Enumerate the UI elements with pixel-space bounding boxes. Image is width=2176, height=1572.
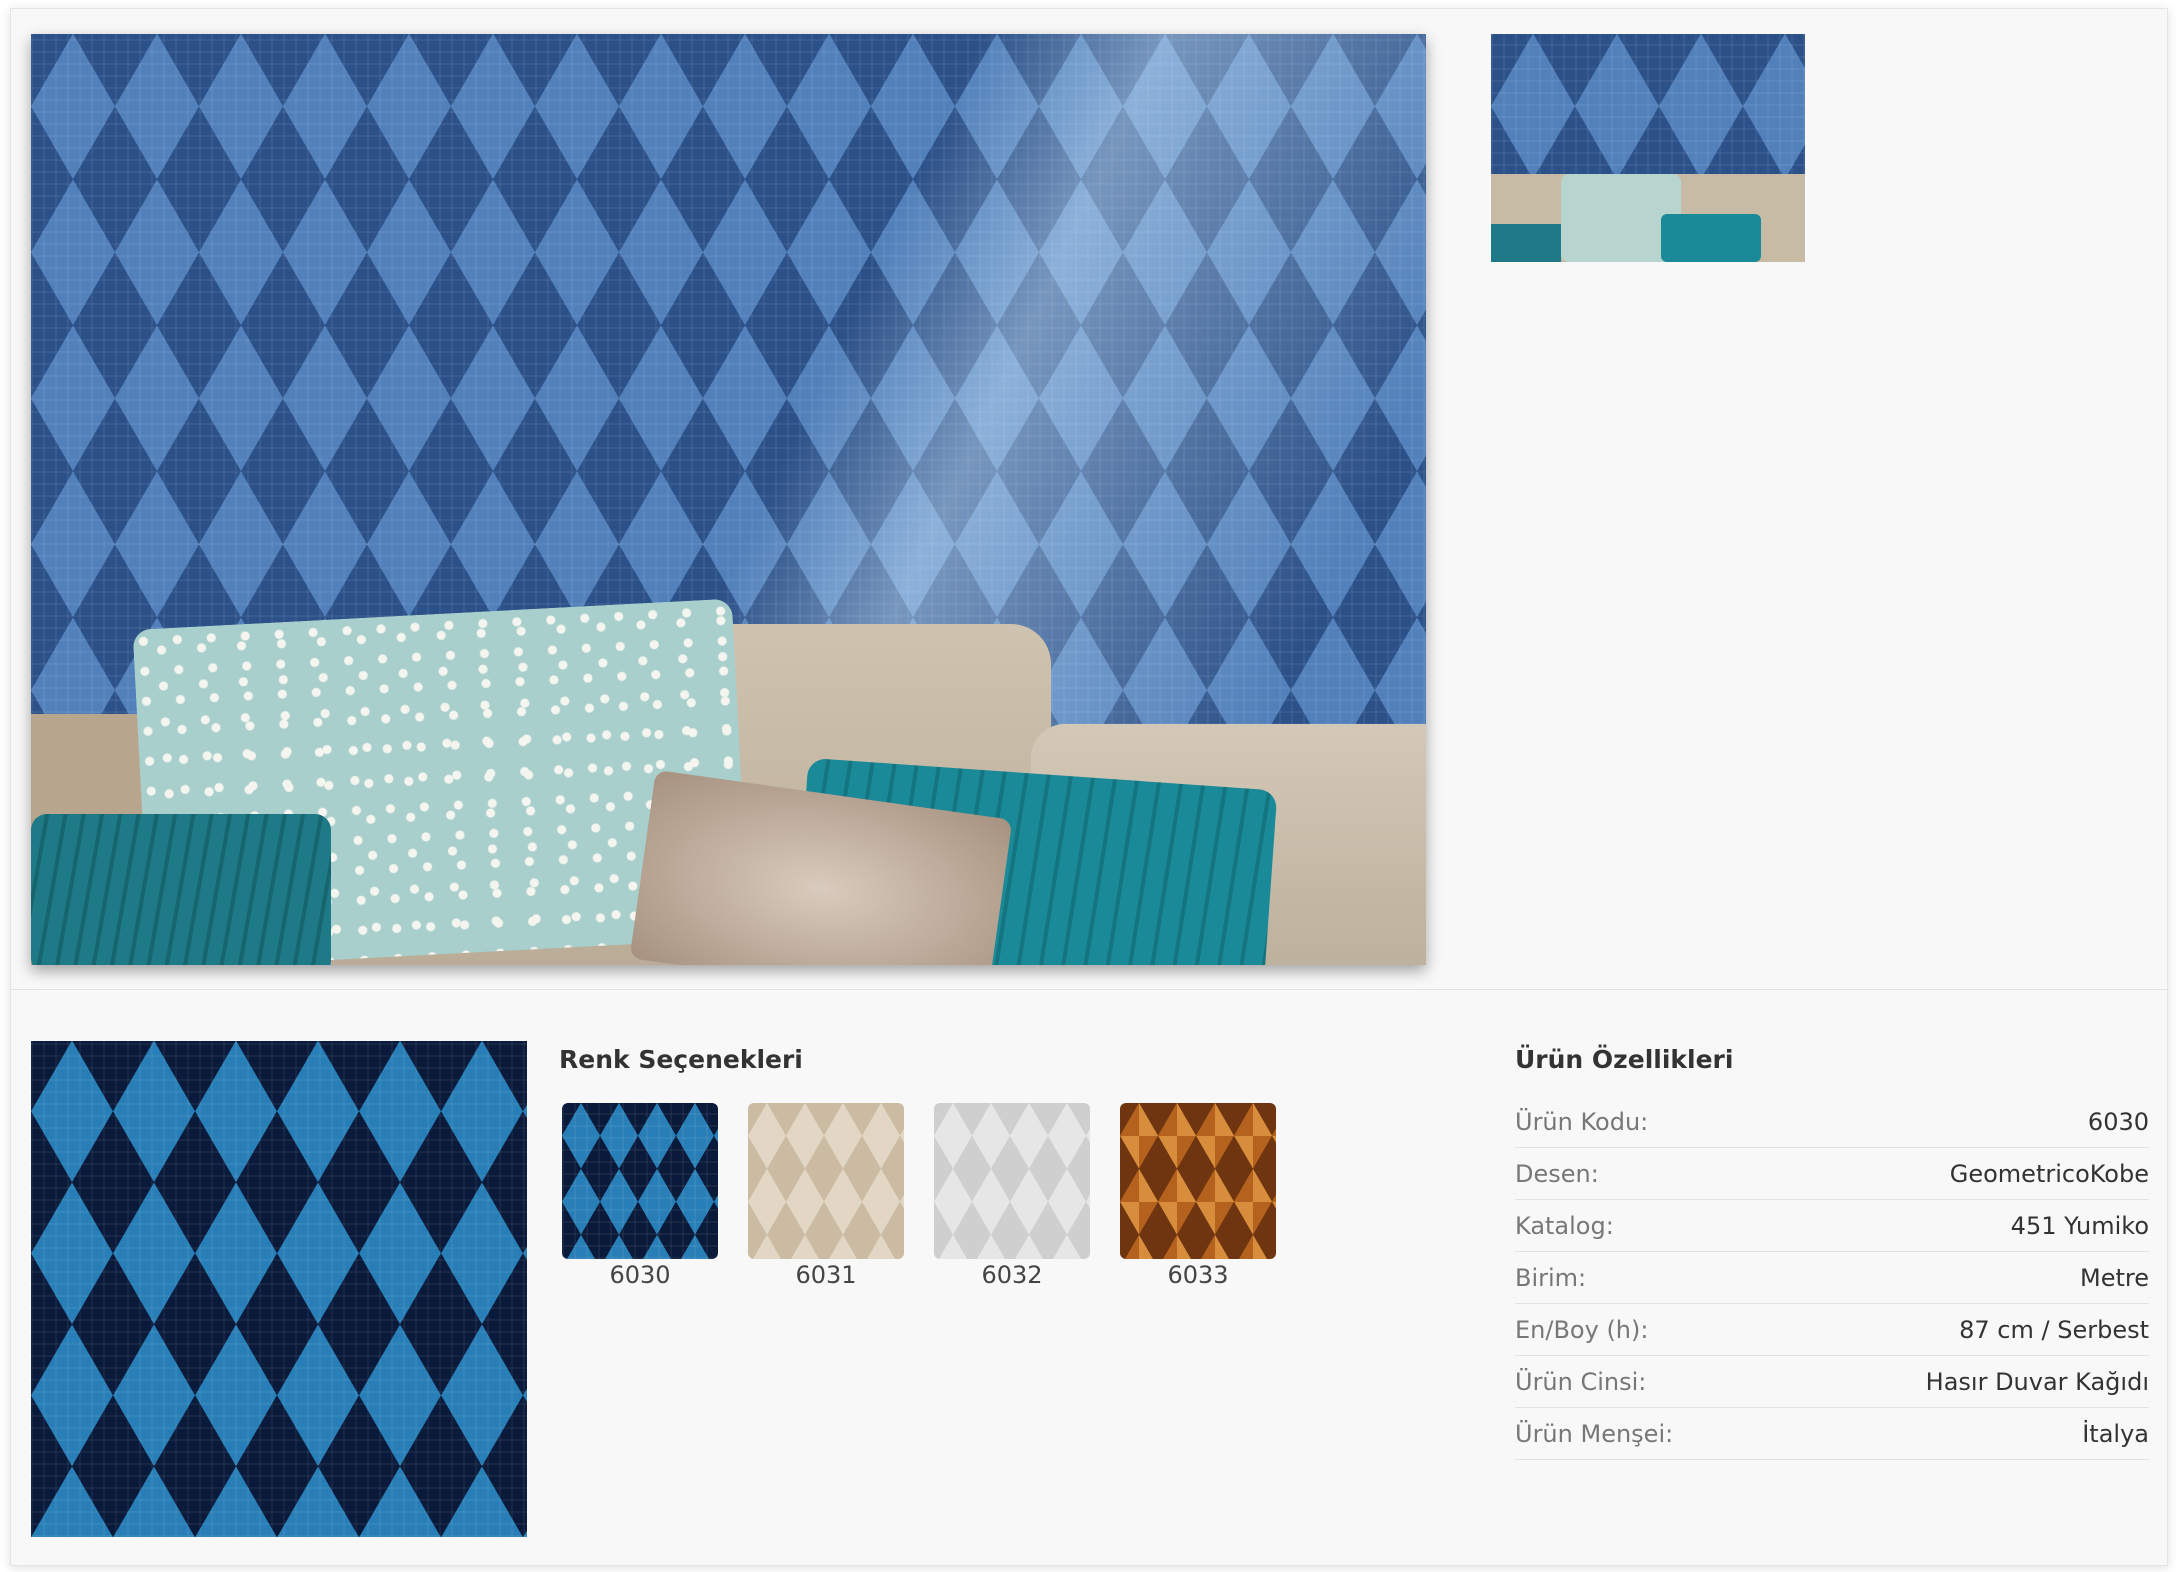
- thumb-pillow-teal-left: [1491, 224, 1561, 262]
- main-product-image[interactable]: [31, 34, 1426, 965]
- swatch-image-6030: [562, 1103, 718, 1259]
- spec-row-origin: Ürün Menşei: İtalya: [1515, 1408, 2149, 1460]
- spec-label: Ürün Menşei:: [1515, 1419, 1674, 1448]
- swatch-image-6032: [934, 1103, 1090, 1259]
- spec-value: Metre: [2080, 1263, 2149, 1292]
- spec-row-unit: Birim: Metre: [1515, 1252, 2149, 1304]
- spec-label: Katalog:: [1515, 1211, 1614, 1240]
- spec-row-product-type: Ürün Cinsi: Hasır Duvar Kağıdı: [1515, 1356, 2149, 1408]
- spec-row-product-code: Ürün Kodu: 6030: [1515, 1096, 2149, 1148]
- spec-label: Ürün Kodu:: [1515, 1107, 1649, 1136]
- spec-row-catalog: Katalog: 451 Yumiko: [1515, 1200, 2149, 1252]
- color-options-title: Renk Seçenekleri: [559, 1045, 803, 1074]
- spec-value: 451 Yumiko: [2010, 1211, 2149, 1240]
- spec-value: GeometricoKobe: [1949, 1159, 2149, 1188]
- spec-label: En/Boy (h):: [1515, 1315, 1649, 1344]
- thumb-pillow-teal-right: [1661, 214, 1761, 262]
- pattern-swatch-large: [31, 1041, 527, 1537]
- swatch-code-label: 6031: [795, 1261, 857, 1289]
- color-option-6033[interactable]: 6033: [1120, 1103, 1276, 1289]
- color-option-6032[interactable]: 6032: [934, 1103, 1090, 1289]
- spec-label: Birim:: [1515, 1263, 1587, 1292]
- swatch-code-label: 6033: [1167, 1261, 1229, 1289]
- teal-pillow-left: [31, 814, 331, 965]
- spec-label: Desen:: [1515, 1159, 1599, 1188]
- product-specs-table: Ürün Kodu: 6030 Desen: GeometricoKobe Ka…: [1515, 1096, 2149, 1460]
- swatch-code-label: 6032: [981, 1261, 1043, 1289]
- gallery-thumbnail[interactable]: [1491, 34, 1805, 262]
- spec-row-dimensions: En/Boy (h): 87 cm / Serbest: [1515, 1304, 2149, 1356]
- color-option-6031[interactable]: 6031: [748, 1103, 904, 1289]
- swatch-image-6031: [748, 1103, 904, 1259]
- section-divider: [11, 989, 2167, 990]
- spec-row-pattern: Desen: GeometricoKobe: [1515, 1148, 2149, 1200]
- spec-value: 6030: [2087, 1107, 2149, 1136]
- spec-value: Hasır Duvar Kağıdı: [1925, 1367, 2149, 1396]
- spec-label: Ürün Cinsi:: [1515, 1367, 1647, 1396]
- swatch-code-label: 6030: [609, 1261, 671, 1289]
- product-page: Renk Seçenekleri 6030 6031 6032 6033 Ürü…: [10, 8, 2168, 1566]
- spec-value: İtalya: [2082, 1419, 2149, 1448]
- spec-value: 87 cm / Serbest: [1959, 1315, 2149, 1344]
- product-specs-title: Ürün Özellikleri: [1515, 1045, 1734, 1074]
- color-option-6030[interactable]: 6030: [562, 1103, 718, 1289]
- swatch-image-6033: [1120, 1103, 1276, 1259]
